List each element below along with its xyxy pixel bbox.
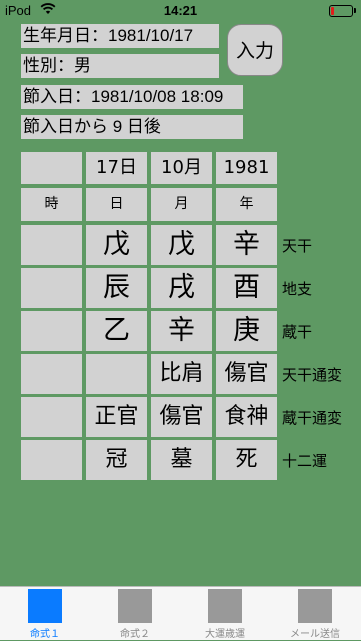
- row-label-juniun: 十二運: [282, 452, 328, 470]
- tab-label: メール送信: [290, 629, 340, 640]
- tenkan-tsuhen-day-cell: [86, 354, 147, 394]
- tenkan-year-cell: 辛: [216, 225, 277, 265]
- column-header-day: 日: [86, 188, 147, 221]
- tab-taiun-saiun[interactable]: 大運歳運: [180, 587, 270, 641]
- taiun-saiun-tab-icon: [208, 589, 242, 623]
- tenkan-hour-cell: [21, 225, 82, 265]
- input-button[interactable]: 入力: [227, 24, 283, 76]
- send-mail-tab-icon: [298, 589, 332, 623]
- battery-icon: [329, 5, 356, 17]
- tab-label: 命式１: [30, 629, 60, 640]
- top-cell-month: 10月: [151, 152, 212, 184]
- gender-field: 性別：男: [21, 54, 219, 78]
- juniun-day-cell: 冠: [86, 440, 147, 480]
- column-header-hour: 時: [21, 188, 82, 221]
- tab-meishiki-2[interactable]: 命式２: [90, 587, 180, 641]
- row-label-chishi: 地支: [282, 280, 313, 298]
- meishiki-1-tab-icon: [28, 589, 62, 623]
- juniun-year-cell: 死: [216, 440, 277, 480]
- tab-label: 命式２: [120, 629, 150, 640]
- tab-meishiki-1[interactable]: 命式１: [0, 587, 90, 641]
- tenkan-month-cell: 戊: [151, 225, 212, 265]
- zoukan-tsuhen-year-cell: 食神: [216, 397, 277, 437]
- tenkan-tsuhen-month-cell: 比肩: [151, 354, 212, 394]
- tenkan-tsuhen-year-cell: 傷官: [216, 354, 277, 394]
- zoukan-tsuhen-day-cell: 正官: [86, 397, 147, 437]
- zoukan-month-cell: 辛: [151, 311, 212, 351]
- clock: 14:21: [163, 3, 198, 18]
- zoukan-year-cell: 庚: [216, 311, 277, 351]
- row-label-tenkan: 天干: [282, 237, 313, 255]
- column-header-year: 年: [216, 188, 277, 221]
- top-cell-day: 17日: [86, 152, 147, 184]
- tab-label: 大運歳運: [205, 629, 245, 640]
- birthdate-field: 生年月日：1981/10/17: [21, 24, 219, 48]
- juniun-month-cell: 墓: [151, 440, 212, 480]
- tab-send-mail[interactable]: メール送信: [270, 587, 360, 641]
- tenkan-day-cell: 戊: [86, 225, 147, 265]
- chishi-year-cell: 酉: [216, 268, 277, 308]
- status-bar: iPod 14:21: [0, 0, 361, 22]
- chishi-day-cell: 辰: [86, 268, 147, 308]
- zoukan-tsuhen-month-cell: 傷官: [151, 397, 212, 437]
- meishiki-2-tab-icon: [118, 589, 152, 623]
- juniun-hour-cell: [21, 440, 82, 480]
- top-cell-year: 1981: [216, 152, 277, 184]
- zoukan-day-cell: 乙: [86, 311, 147, 351]
- top-cell-hour: [21, 152, 82, 184]
- days-since-setsuiri-field: 節入日から 9 日後: [21, 115, 243, 139]
- row-label-zoukan-tsuhen: 蔵干通変: [282, 409, 343, 427]
- row-label-zoukan: 蔵干: [282, 323, 313, 341]
- row-label-tenkan-tsuhen: 天干通変: [282, 366, 343, 384]
- setsuiri-field: 節入日：1981/10/08 18:09: [21, 85, 243, 109]
- chishi-hour-cell: [21, 268, 82, 308]
- zoukan-tsuhen-hour-cell: [21, 397, 82, 437]
- tenkan-tsuhen-hour-cell: [21, 354, 82, 394]
- tab-bar: 命式１ 命式２ 大運歳運 メール送信: [0, 586, 361, 640]
- column-header-month: 月: [151, 188, 212, 221]
- chishi-month-cell: 戌: [151, 268, 212, 308]
- zoukan-hour-cell: [21, 311, 82, 351]
